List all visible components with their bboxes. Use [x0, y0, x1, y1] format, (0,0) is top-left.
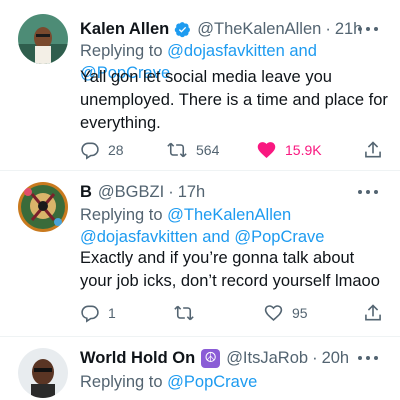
action-bar: 28 564 15.9K	[80, 138, 385, 162]
mention-link[interactable]: @TheKalenAllen	[167, 206, 291, 224]
like-count: 15.9K	[285, 142, 322, 158]
avatar[interactable]	[18, 182, 68, 232]
retweet-icon	[174, 305, 194, 321]
verified-badge-icon	[175, 21, 191, 37]
mention-link[interactable]: @PopCrave	[167, 373, 257, 391]
share-icon	[365, 141, 381, 158]
action-bar: 1 95	[80, 301, 385, 325]
timestamp[interactable]: 17h	[178, 183, 206, 202]
heart-icon	[257, 142, 276, 158]
more-icon[interactable]	[358, 349, 378, 367]
tweet-text: Yall gon let social media leave you unem…	[80, 68, 388, 132]
reply-count: 1	[108, 305, 116, 321]
handle[interactable]: @TheKalenAllen	[197, 20, 321, 39]
peace-icon: ☮	[201, 348, 221, 368]
reply-count: 28	[108, 142, 124, 158]
retweet-icon	[167, 142, 187, 158]
like-button[interactable]: 95	[263, 301, 308, 325]
more-icon[interactable]	[358, 20, 378, 38]
reply-icon	[81, 142, 99, 160]
replying-to-label: Replying to	[80, 42, 168, 60]
replying-to-label: Replying to	[80, 373, 168, 391]
display-name[interactable]: Kalen Allen	[80, 20, 169, 39]
reply-button[interactable]: 1	[80, 301, 116, 325]
share-button[interactable]	[363, 301, 383, 325]
reply-button[interactable]: 28	[80, 138, 124, 162]
replying-to-label: Replying to	[80, 206, 168, 224]
timestamp[interactable]: 20h	[322, 349, 350, 368]
more-icon[interactable]	[358, 183, 378, 201]
separator-dot: ·	[168, 182, 174, 201]
separator-dot: ·	[325, 19, 331, 38]
retweet-button[interactable]: 564	[166, 138, 219, 162]
mention-link[interactable]: @dojasfavkitten and @PopCrave	[80, 228, 324, 246]
retweet-count: 564	[196, 142, 220, 158]
reply-icon	[81, 305, 99, 323]
like-button[interactable]: 15.9K	[256, 138, 322, 162]
tweet-header: Kalen Allen @TheKalenAllen · 21h	[80, 18, 362, 40]
share-icon	[365, 304, 381, 321]
tweet-text: Exactly and if you’re gonna talk about y…	[80, 249, 380, 290]
separator-dot: ·	[312, 348, 318, 367]
avatar[interactable]	[18, 14, 68, 64]
display-name[interactable]: B	[80, 183, 92, 202]
handle[interactable]: @ItsJaRob	[226, 349, 308, 368]
tweet-bgbzi[interactable]: B @BGBZI · 17h Replying to @TheKalenAlle…	[0, 171, 400, 337]
tweet-kalen-allen[interactable]: Kalen Allen @TheKalenAllen · 21h Replyin…	[0, 0, 400, 168]
retweet-button[interactable]	[173, 301, 203, 325]
display-name[interactable]: World Hold On	[80, 349, 195, 368]
tweet-header: B @BGBZI · 17h	[80, 181, 205, 203]
like-count: 95	[292, 305, 308, 321]
tweet-itsjarob[interactable]: World Hold On ☮ @ItsJaRob · 20h Replying…	[0, 337, 400, 400]
replying-to: Replying to @TheKalenAllen @dojasfavkitt…	[80, 204, 390, 248]
avatar[interactable]	[18, 348, 68, 398]
handle[interactable]: @BGBZI	[98, 183, 164, 202]
replying-to: Replying to @PopCrave	[80, 371, 390, 393]
share-button[interactable]	[363, 138, 383, 162]
heart-icon	[264, 305, 283, 321]
tweet-header: World Hold On ☮ @ItsJaRob · 20h	[80, 347, 349, 369]
